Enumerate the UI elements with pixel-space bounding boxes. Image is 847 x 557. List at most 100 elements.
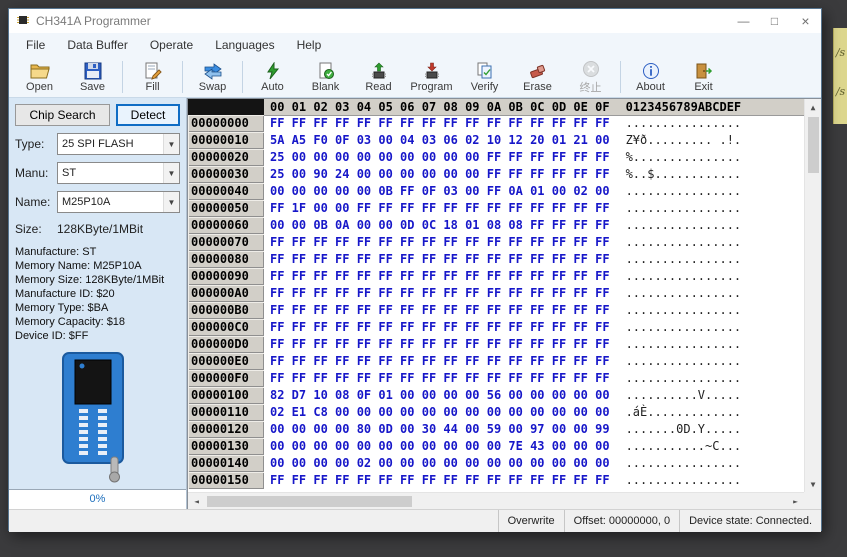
hex-bytes[interactable]: FF FF FF FF FF FF FF FF FF FF FF FF FF F… (270, 319, 610, 336)
hex-ascii[interactable]: ................ (626, 234, 742, 251)
hex-ascii[interactable]: ................ (626, 285, 742, 302)
hex-bytes[interactable]: FF FF FF FF FF FF FF FF FF FF FF FF FF F… (270, 336, 610, 353)
scroll-right-icon[interactable]: ► (787, 493, 804, 509)
about-button[interactable]: About (624, 57, 677, 97)
hex-bytes[interactable]: 82 D7 10 08 0F 01 00 00 00 00 56 00 00 0… (270, 387, 610, 404)
erase-icon (527, 61, 549, 81)
menu-item-file[interactable]: File (15, 38, 56, 52)
menu-item-operate[interactable]: Operate (139, 38, 204, 52)
hex-ascii[interactable]: Z¥ð......... .!. (626, 132, 742, 149)
read-button[interactable]: Read (352, 57, 405, 97)
fill-icon (142, 61, 164, 81)
hex-ascii[interactable]: ................ (626, 455, 742, 472)
hex-ascii[interactable]: ................ (626, 183, 742, 200)
hex-ascii[interactable]: ................ (626, 200, 742, 217)
fill-button[interactable]: Fill (126, 57, 179, 97)
blank-button[interactable]: Blank (299, 57, 352, 97)
hex-ascii[interactable]: .......0D.Y..... (626, 421, 742, 438)
blank-icon (315, 61, 337, 81)
tool-label: Swap (199, 81, 227, 93)
swap-button[interactable]: Swap (186, 57, 239, 97)
name-dropdown[interactable]: M25P10A▼ (57, 191, 180, 213)
scroll-down-icon[interactable]: ▼ (805, 476, 822, 492)
hex-ascii[interactable]: ..........V..... (626, 387, 742, 404)
detect-button[interactable]: Detect (116, 104, 180, 126)
hex-ascii[interactable]: %..$............ (626, 166, 742, 183)
hex-ascii[interactable]: ................ (626, 302, 742, 319)
hex-bytes[interactable]: FF FF FF FF FF FF FF FF FF FF FF FF FF F… (270, 268, 610, 285)
name-label: Name: (15, 195, 57, 209)
hex-row: 00000090FF FF FF FF FF FF FF FF FF FF FF… (188, 268, 804, 285)
menu-item-data-buffer[interactable]: Data Buffer (56, 38, 138, 52)
hex-address: 00000120 (188, 421, 264, 438)
hex-ascii[interactable]: ................ (626, 268, 742, 285)
hex-row: 00000000FF FF FF FF FF FF FF FF FF FF FF… (188, 115, 804, 132)
maximize-button[interactable]: □ (759, 9, 790, 33)
auto-button[interactable]: Auto (246, 57, 299, 97)
hex-address: 00000080 (188, 251, 264, 268)
hex-ascii[interactable]: %............... (626, 149, 742, 166)
hex-bytes[interactable]: FF FF FF FF FF FF FF FF FF FF FF FF FF F… (270, 115, 610, 132)
verify-button[interactable]: Verify (458, 57, 511, 97)
hex-row: 00000150FF FF FF FF FF FF FF FF FF FF FF… (188, 472, 804, 489)
hex-bytes[interactable]: 25 00 90 24 00 00 00 00 00 00 FF FF FF F… (270, 166, 610, 183)
tool-label: About (636, 81, 665, 93)
tool-label: Auto (261, 81, 284, 93)
scroll-left-icon[interactable]: ◄ (188, 493, 205, 509)
hex-ascii[interactable]: ................ (626, 472, 742, 489)
hex-ascii[interactable]: ................ (626, 217, 742, 234)
hex-ascii[interactable]: ................ (626, 251, 742, 268)
type-dropdown[interactable]: 25 SPI FLASH▼ (57, 133, 180, 155)
hex-ascii[interactable]: ................ (626, 336, 742, 353)
hex-ascii[interactable]: .áÈ............. (626, 404, 742, 421)
hex-bytes[interactable]: 5A A5 F0 0F 03 00 04 03 06 02 10 12 20 0… (270, 132, 610, 149)
manu-dropdown[interactable]: ST▼ (57, 162, 180, 184)
minimize-button[interactable]: — (728, 9, 759, 33)
hex-address: 00000100 (188, 387, 264, 404)
hex-bytes[interactable]: FF FF FF FF FF FF FF FF FF FF FF FF FF F… (270, 285, 610, 302)
hex-address: 00000110 (188, 404, 264, 421)
hex-bytes[interactable]: FF FF FF FF FF FF FF FF FF FF FF FF FF F… (270, 234, 610, 251)
exit-button[interactable]: Exit (677, 57, 730, 97)
hex-address: 00000060 (188, 217, 264, 234)
scroll-up-icon[interactable]: ▲ (805, 99, 822, 115)
hex-ascii[interactable]: ................ (626, 370, 742, 387)
hex-address: 000000E0 (188, 353, 264, 370)
hex-bytes[interactable]: FF FF FF FF FF FF FF FF FF FF FF FF FF F… (270, 370, 610, 387)
window-title: CH341A Programmer (36, 14, 151, 28)
hex-bytes[interactable]: 02 E1 C8 00 00 00 00 00 00 00 00 00 00 0… (270, 404, 610, 421)
open-folder-button[interactable]: Open (13, 57, 66, 97)
chip-search-button[interactable]: Chip Search (15, 104, 110, 126)
sticky-note-text: /s (834, 46, 847, 59)
hex-bytes[interactable]: FF FF FF FF FF FF FF FF FF FF FF FF FF F… (270, 302, 610, 319)
hex-address: 000000B0 (188, 302, 264, 319)
horizontal-scroll-thumb[interactable] (207, 496, 412, 507)
tool-label: Fill (145, 81, 159, 93)
erase-button[interactable]: Erase (511, 57, 564, 97)
hex-bytes[interactable]: FF FF FF FF FF FF FF FF FF FF FF FF FF F… (270, 251, 610, 268)
hex-ascii[interactable]: ................ (626, 115, 742, 132)
hex-bytes[interactable]: 00 00 0B 0A 00 00 0D 0C 18 01 08 08 FF F… (270, 217, 610, 234)
close-button[interactable]: × (790, 9, 821, 33)
hex-bytes[interactable]: 00 00 00 00 00 00 00 00 00 00 00 7E 43 0… (270, 438, 610, 455)
hex-bytes[interactable]: 25 00 00 00 00 00 00 00 00 00 FF FF FF F… (270, 149, 610, 166)
hex-bytes[interactable]: FF FF FF FF FF FF FF FF FF FF FF FF FF F… (270, 472, 610, 489)
menu-item-languages[interactable]: Languages (204, 38, 285, 52)
save-button[interactable]: Save (66, 57, 119, 97)
hex-ascii[interactable]: ...........~C... (626, 438, 742, 455)
menu-item-help[interactable]: Help (286, 38, 333, 52)
program-button[interactable]: Program (405, 57, 458, 97)
hex-bytes[interactable]: FF FF FF FF FF FF FF FF FF FF FF FF FF F… (270, 353, 610, 370)
horizontal-scrollbar[interactable]: ◄ ► (188, 492, 804, 509)
hex-ascii[interactable]: ................ (626, 353, 742, 370)
hex-ascii[interactable]: ................ (626, 319, 742, 336)
hex-grid[interactable]: 00000000FF FF FF FF FF FF FF FF FF FF FF… (188, 115, 804, 492)
hex-bytes[interactable]: 00 00 00 00 80 0D 00 30 44 00 59 00 97 0… (270, 421, 610, 438)
hex-bytes[interactable]: 00 00 00 00 00 0B FF 0F 03 00 FF 0A 01 0… (270, 183, 610, 200)
hex-bytes[interactable]: 00 00 00 00 02 00 00 00 00 00 00 00 00 0… (270, 455, 610, 472)
vertical-scroll-thumb[interactable] (808, 117, 819, 173)
hex-bytes[interactable]: FF 1F 00 00 FF FF FF FF FF FF FF FF FF F… (270, 200, 610, 217)
title-bar: CH341A Programmer — □ × (9, 9, 821, 33)
hex-row: 00000070FF FF FF FF FF FF FF FF FF FF FF… (188, 234, 804, 251)
vertical-scrollbar[interactable]: ▲ ▼ (804, 99, 821, 492)
